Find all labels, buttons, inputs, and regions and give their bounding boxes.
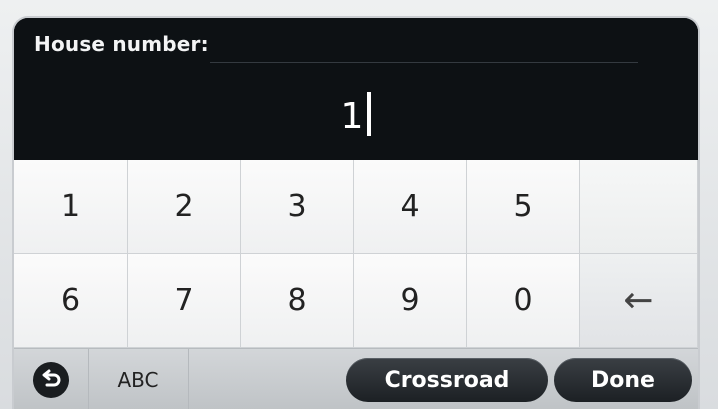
key-2[interactable]: 2 xyxy=(128,160,241,254)
key-5[interactable]: 5 xyxy=(467,160,580,254)
key-7[interactable]: 7 xyxy=(128,254,241,348)
done-button[interactable]: Done xyxy=(554,358,692,402)
backspace-key[interactable]: ← xyxy=(580,254,698,348)
key-6[interactable]: 6 xyxy=(14,254,128,348)
house-number-input[interactable]: 1 xyxy=(14,92,698,138)
numeric-keypad: 1 2 3 4 5 6 7 8 9 0 ← xyxy=(14,160,698,348)
key-1[interactable]: 1 xyxy=(14,160,128,254)
screen-frame: House number: 1 1 2 3 4 5 6 7 8 9 0 ← AB… xyxy=(0,0,718,409)
undo-button[interactable] xyxy=(14,349,89,409)
header-divider xyxy=(210,62,638,63)
key-4[interactable]: 4 xyxy=(354,160,467,254)
abc-keyboard-toggle[interactable]: ABC xyxy=(88,349,189,409)
undo-icon xyxy=(33,361,69,398)
key-3[interactable]: 3 xyxy=(241,160,354,254)
bottom-bar: ABC Crossroad Done xyxy=(14,348,698,409)
key-0[interactable]: 0 xyxy=(467,254,580,348)
text-cursor xyxy=(367,92,372,136)
key-9[interactable]: 9 xyxy=(354,254,467,348)
key-8[interactable]: 8 xyxy=(241,254,354,348)
field-label: House number: xyxy=(34,32,209,56)
device-screen: House number: 1 1 2 3 4 5 6 7 8 9 0 ← AB… xyxy=(14,18,698,409)
empty-key xyxy=(580,160,698,254)
input-header: House number: 1 xyxy=(14,18,698,160)
input-value: 1 xyxy=(340,96,364,137)
backspace-arrow-icon: ← xyxy=(623,280,654,321)
crossroad-button[interactable]: Crossroad xyxy=(346,358,548,402)
